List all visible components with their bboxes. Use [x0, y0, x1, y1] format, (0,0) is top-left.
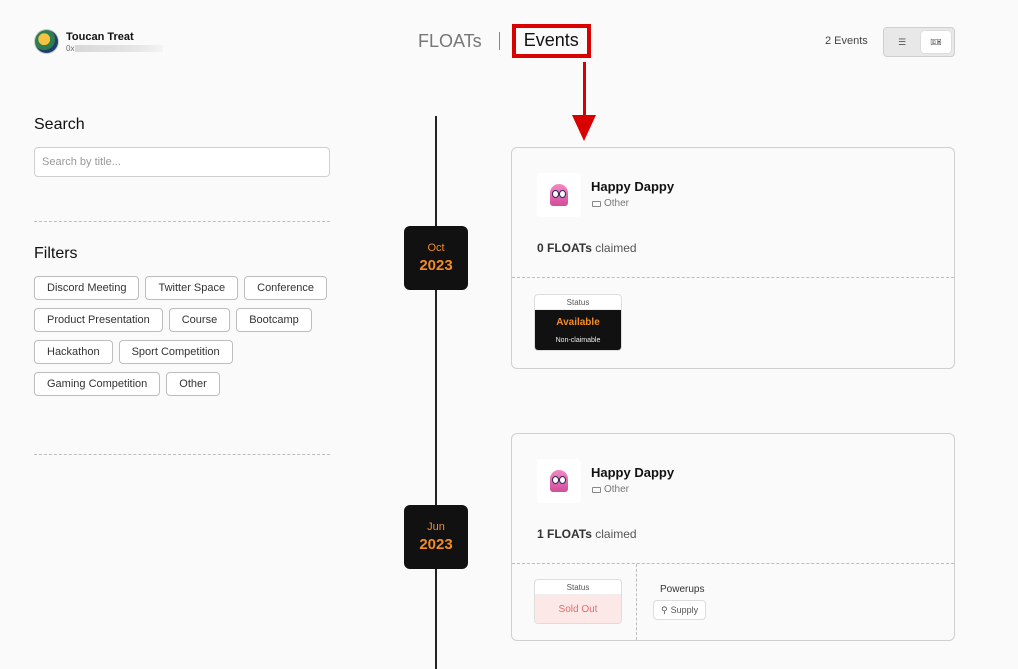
user-name: Toucan Treat [66, 30, 134, 43]
user-profile[interactable]: Toucan Treat 0x [34, 29, 164, 54]
annotation-arrow-shaft [583, 62, 586, 120]
filter-course[interactable]: Course [168, 308, 231, 332]
annotation-arrow-head [572, 115, 596, 141]
date-badge: Jun 2023 [404, 505, 468, 569]
list-icon: ☰ [897, 36, 907, 47]
top-nav: FLOATs Events [418, 24, 591, 58]
event-title: Happy Dappy [591, 179, 675, 194]
event-image [537, 459, 581, 503]
status-box: Status Sold Out [534, 579, 622, 624]
filter-list: Discord Meeting Twitter Space Conference… [34, 276, 334, 396]
filter-gaming-competition[interactable]: Gaming Competition [34, 372, 161, 396]
event-image [537, 173, 581, 217]
event-type: Other [592, 198, 629, 209]
claimed-count: 0 FLOATs claimed [537, 241, 637, 255]
claimed-count: 1 FLOATs claimed [537, 527, 637, 541]
timeline-line [435, 116, 437, 669]
status-sub: Non-claimable [555, 336, 601, 344]
ghost-icon [550, 470, 568, 492]
date-badge: Oct 2023 [404, 226, 468, 290]
nav-floats-link[interactable]: FLOATs [418, 31, 482, 52]
date-month: Jun [427, 521, 445, 533]
status-available: Available Non-claimable [535, 310, 621, 350]
filter-sport-competition[interactable]: Sport Competition [118, 340, 233, 364]
status-box: Status Available Non-claimable [534, 294, 622, 351]
link-icon: ⚲ [661, 604, 668, 615]
divider [34, 221, 330, 222]
powerup-supply: ⚲ Supply [653, 600, 707, 620]
ticket-icon [592, 200, 601, 207]
search-input[interactable] [34, 147, 330, 177]
filter-conference[interactable]: Conference [244, 276, 327, 300]
event-type: Other [592, 484, 629, 495]
status-label: Status [535, 580, 621, 595]
divider [636, 564, 637, 640]
view-toggle: ☰ 🎫︎ [883, 27, 955, 57]
filter-discord-meeting[interactable]: Discord Meeting [34, 276, 140, 300]
avatar [34, 29, 59, 54]
filter-hackathon[interactable]: Hackathon [34, 340, 113, 364]
event-title: Happy Dappy [591, 465, 675, 480]
ghost-icon [550, 184, 568, 206]
filter-bootcamp[interactable]: Bootcamp [236, 308, 312, 332]
nav-events-link[interactable]: Events [511, 24, 591, 58]
filters-title: Filters [34, 245, 78, 262]
status-value: Available [556, 316, 600, 328]
nav-separator [498, 32, 500, 50]
date-month: Oct [427, 242, 445, 254]
filter-product-presentation[interactable]: Product Presentation [34, 308, 163, 332]
date-year: 2023 [419, 536, 453, 553]
status-sold-out: Sold Out [535, 595, 621, 623]
ticket-icon [592, 486, 601, 493]
date-year: 2023 [419, 257, 453, 274]
divider [34, 454, 330, 455]
event-card[interactable]: Happy Dappy Other 0 FLOATs claimed Statu… [511, 147, 955, 369]
event-count: 2 Events [825, 35, 868, 47]
search-title: Search [34, 116, 85, 133]
user-address: 0x [66, 44, 164, 53]
filter-other[interactable]: Other [166, 372, 220, 396]
list-view-button[interactable]: ☰ [887, 31, 917, 53]
card-view-button[interactable]: 🎫︎ [921, 31, 951, 53]
filter-twitter-space[interactable]: Twitter Space [145, 276, 239, 300]
event-card[interactable]: Happy Dappy Other 1 FLOATs claimed Statu… [511, 433, 955, 641]
powerups-label: Powerups [660, 584, 705, 595]
address-redacted [75, 44, 164, 52]
ticket-icon: 🎫︎ [930, 36, 942, 47]
status-label: Status [535, 295, 621, 310]
